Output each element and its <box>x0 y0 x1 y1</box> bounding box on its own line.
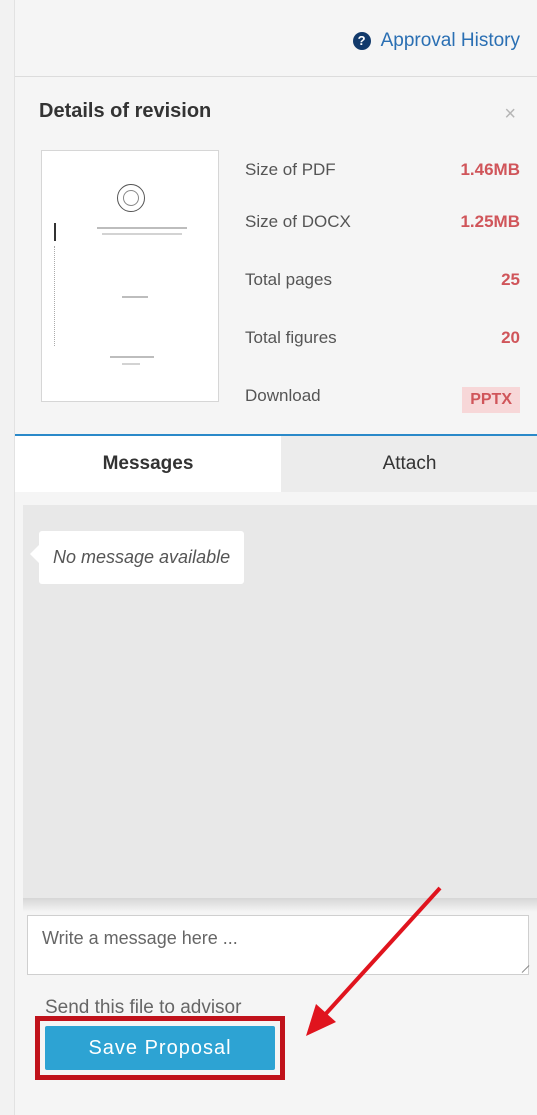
document-thumbnail[interactable] <box>41 150 219 402</box>
thumb-text-line <box>122 296 148 298</box>
seal-icon <box>117 184 145 212</box>
details-title: Details of revision <box>39 100 212 122</box>
message-list-shadow <box>23 898 537 912</box>
thumb-text-line <box>102 233 182 235</box>
approval-history-link[interactable]: ? Approval History <box>352 30 520 52</box>
docx-size-label: Size of DOCX <box>245 212 351 231</box>
help-icon: ? <box>352 32 371 50</box>
panel-header: ? Approval History <box>15 0 537 77</box>
thumb-text-line <box>97 227 187 229</box>
pdf-size-label: Size of PDF <box>245 160 336 179</box>
thumb-text-line <box>122 363 140 365</box>
tab-attach[interactable]: Attach <box>281 436 537 492</box>
pdf-size-value: 1.46MB <box>460 160 520 179</box>
total-figures-value: 20 <box>501 328 520 347</box>
close-icon[interactable]: × <box>504 103 516 126</box>
thumb-margin-dots <box>54 246 56 346</box>
download-pptx-button[interactable]: PPTX <box>462 387 520 413</box>
message-list[interactable]: No message available <box>23 505 537 905</box>
total-pages-label: Total pages <box>245 270 332 289</box>
save-proposal-button[interactable]: Save Proposal <box>45 1026 275 1070</box>
thumb-text-line <box>110 356 154 358</box>
total-pages-value: 25 <box>501 270 520 289</box>
total-figures-label: Total figures <box>245 328 337 347</box>
save-button-highlight: Save Proposal <box>35 1016 285 1080</box>
empty-message-bubble: No message available <box>29 531 245 584</box>
tab-messages[interactable]: Messages <box>15 436 282 492</box>
thumb-margin-mark <box>54 223 56 241</box>
approval-history-label: Approval History <box>380 30 520 51</box>
tab-bar: Messages Attach <box>15 434 537 492</box>
revision-panel: ? Approval History Details of revision ×… <box>14 0 537 1115</box>
message-input[interactable] <box>27 915 529 975</box>
download-label: Download <box>245 386 321 405</box>
docx-size-value: 1.25MB <box>460 212 520 231</box>
